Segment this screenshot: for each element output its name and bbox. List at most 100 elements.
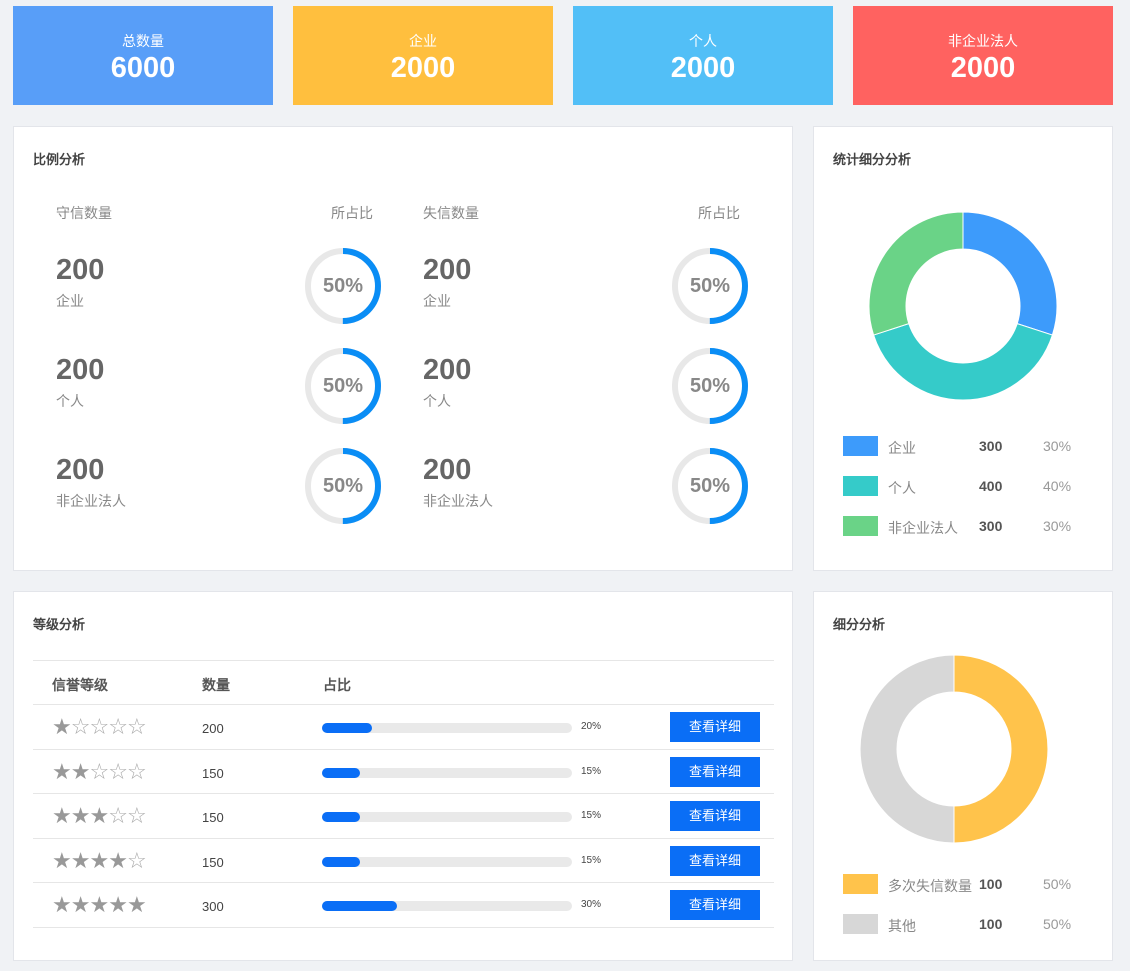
- legend-label: 个人: [888, 480, 916, 496]
- legend-swatch: [843, 874, 878, 894]
- distrust-category: 非企业法人: [423, 493, 493, 509]
- stat-value: 2000: [950, 52, 1016, 84]
- legend-label: 其他: [888, 918, 916, 934]
- star-filled-icon: ★: [108, 847, 128, 873]
- trust-item: 200 企业: [56, 253, 104, 311]
- progress-fill: [322, 812, 360, 823]
- stat-detail-panel: 统计细分分析 企业 300 30% 个人 400 40% 非企业法人 300 3…: [813, 126, 1113, 571]
- legend-percent: 30%: [1043, 518, 1072, 534]
- star-rating: ★★☆☆☆: [52, 758, 147, 784]
- star-filled-icon: ★: [52, 892, 72, 918]
- stat-detail-donut-chart: [868, 211, 1058, 401]
- legend-percent: 40%: [1043, 478, 1072, 494]
- stat-value: 6000: [110, 52, 176, 84]
- panel-title: 等级分析: [33, 617, 86, 632]
- ring-percent: 50%: [689, 475, 731, 497]
- view-detail-button[interactable]: 查看详细: [670, 712, 760, 742]
- table-row: ★★★★★ 300 30% 查看详细: [33, 883, 774, 928]
- trust-ring: 50%: [303, 346, 383, 426]
- distrust-ring: 50%: [670, 246, 750, 326]
- table-row: ★★☆☆☆ 150 15% 查看详细: [33, 750, 774, 795]
- ring-percent: 50%: [322, 375, 364, 397]
- trust-count-header: 守信数量: [56, 205, 112, 221]
- star-filled-icon: ★: [89, 892, 109, 918]
- progress-fill: [322, 723, 372, 733]
- row-percent: 30%: [581, 899, 602, 911]
- star-filled-icon: ★: [70, 892, 91, 918]
- distrust-ring: 50%: [670, 346, 750, 426]
- star-empty-icon: ☆: [70, 714, 91, 739]
- star-empty-icon: ☆: [126, 758, 147, 784]
- legend-label: 非企业法人: [888, 520, 958, 536]
- trust-count: 200: [56, 454, 105, 486]
- stat-card-total: 总数量 6000: [13, 6, 273, 105]
- detail-panel: 细分分析 多次失信数量 100 50% 其他 100 50%: [813, 591, 1113, 961]
- trust-category: 非企业法人: [56, 493, 126, 509]
- table-row: ★★★★☆ 150 15% 查看详细: [33, 839, 774, 884]
- donut-slice: [859, 654, 955, 844]
- progress-fill: [322, 767, 360, 778]
- progress-bar: [322, 723, 572, 733]
- donut-slice: [868, 211, 964, 336]
- donut-slice: [872, 322, 1054, 401]
- legend-label: 多次失信数量: [888, 878, 972, 894]
- star-empty-icon: ☆: [126, 803, 147, 829]
- view-detail-button[interactable]: 查看详细: [670, 801, 760, 832]
- legend-value: 300: [979, 438, 1003, 454]
- legend-value: 100: [979, 876, 1003, 892]
- stat-value: 2000: [390, 52, 456, 84]
- distrust-item: 200 企业: [423, 253, 471, 311]
- star-filled-icon: ★: [52, 847, 72, 873]
- star-empty-icon: ☆: [126, 847, 147, 873]
- progress-bar: [322, 901, 572, 912]
- view-detail-button[interactable]: 查看详细: [670, 756, 760, 787]
- header-grade: 信誉等级: [52, 677, 108, 693]
- view-detail-button[interactable]: 查看详细: [670, 890, 760, 921]
- stat-card-non-enterprise: 非企业法人 2000: [853, 6, 1113, 105]
- legend-value: 300: [979, 518, 1003, 534]
- row-percent: 20%: [581, 721, 602, 732]
- stat-card-enterprise: 企业 2000: [293, 6, 553, 105]
- row-percent: 15%: [581, 765, 602, 777]
- view-detail-button[interactable]: 查看详细: [670, 845, 760, 876]
- trust-share-header: 所占比: [331, 205, 373, 221]
- star-rating: ★★★★★: [52, 892, 147, 918]
- progress-fill: [322, 856, 360, 867]
- progress-bar: [322, 856, 572, 867]
- stat-card-individual: 个人 2000: [573, 6, 833, 105]
- distrust-count: 200: [423, 454, 472, 486]
- star-filled-icon: ★: [126, 892, 147, 918]
- trust-category: 企业: [56, 293, 84, 309]
- stat-label: 个人: [689, 33, 717, 49]
- trust-count: 200: [56, 254, 105, 286]
- panel-title: 比例分析: [33, 152, 86, 167]
- trust-ring: 50%: [303, 446, 383, 526]
- donut-slice: [962, 211, 1058, 336]
- distrust-count: 200: [423, 254, 472, 286]
- legend-swatch: [843, 436, 878, 456]
- star-empty-icon: ☆: [108, 714, 128, 739]
- legend-value: 400: [979, 478, 1003, 494]
- legend-item: 多次失信数量 100 50%: [843, 874, 1083, 894]
- star-filled-icon: ★: [52, 803, 72, 829]
- star-filled-icon: ★: [108, 892, 128, 918]
- row-count: 300: [202, 899, 224, 915]
- legend-item: 个人 400 40%: [843, 476, 1083, 496]
- star-empty-icon: ☆: [108, 803, 128, 829]
- legend-swatch: [843, 914, 878, 934]
- row-count: 150: [202, 765, 224, 781]
- ratio-panel: 比例分析 守信数量 所占比 失信数量 所占比 200 企业 50% 200 个人…: [13, 126, 793, 571]
- distrust-category: 个人: [423, 393, 451, 409]
- star-filled-icon: ★: [52, 758, 72, 784]
- row-percent: 15%: [581, 810, 602, 822]
- progress-bar: [322, 767, 572, 778]
- header-share: 占比: [323, 677, 351, 693]
- grade-table: 信誉等级 数量 占比 ★☆☆☆☆ 200 20% 查看详细 ★★☆☆☆ 150 …: [33, 660, 774, 928]
- star-empty-icon: ☆: [89, 758, 109, 784]
- distrust-item: 200 非企业法人: [423, 453, 493, 511]
- progress-bar: [322, 812, 572, 823]
- star-filled-icon: ★: [89, 803, 109, 829]
- progress-fill: [322, 901, 397, 912]
- trust-item: 200 非企业法人: [56, 453, 126, 511]
- legend-label: 企业: [888, 440, 916, 456]
